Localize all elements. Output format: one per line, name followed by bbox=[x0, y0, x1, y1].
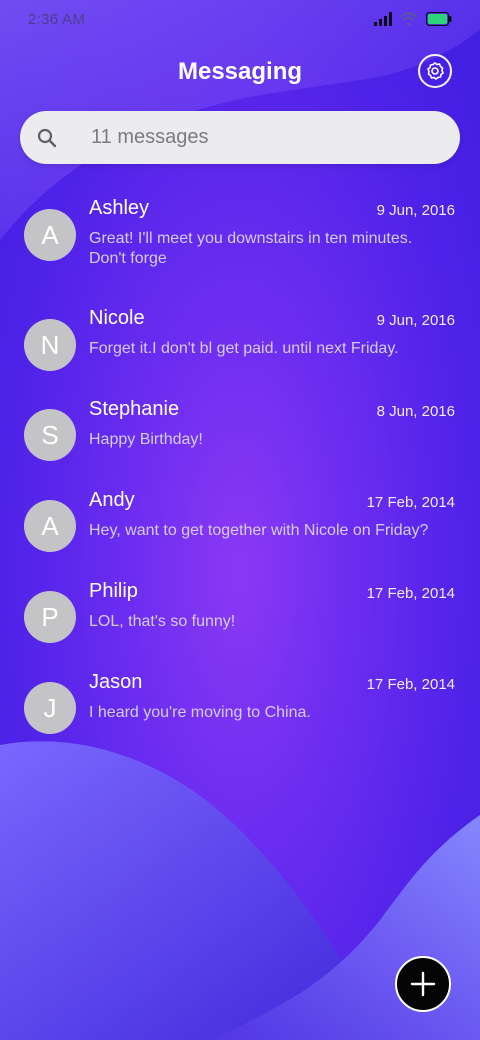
status-time: 2:36 AM bbox=[28, 11, 86, 28]
conversation-row[interactable]: S Stephanie 8 Jun, 2016 Happy Birthday! bbox=[0, 386, 480, 477]
avatar: J bbox=[24, 682, 76, 734]
conversation-row[interactable]: A Andy 17 Feb, 2014 Hey, want to get tog… bbox=[0, 477, 480, 568]
message-preview: Happy Birthday! bbox=[89, 431, 203, 448]
avatar: A bbox=[24, 209, 76, 261]
contact-name: Ashley bbox=[89, 197, 150, 219]
header: Messaging bbox=[0, 52, 480, 96]
contact-name: Andy bbox=[89, 489, 135, 511]
search-bar[interactable]: 11 messages bbox=[20, 111, 460, 164]
contact-name: Philip bbox=[89, 580, 138, 602]
conversation-row[interactable]: J Jason 17 Feb, 2014 I heard you're movi… bbox=[0, 659, 480, 750]
signal-icon bbox=[374, 12, 392, 26]
page-title: Messaging bbox=[177, 58, 303, 85]
contact-name: Stephanie bbox=[89, 398, 180, 420]
search-icon bbox=[37, 128, 57, 148]
gear-icon bbox=[427, 62, 444, 80]
avatar: N bbox=[24, 319, 76, 371]
message-date: 17 Feb, 2014 bbox=[366, 585, 455, 602]
avatar: P bbox=[24, 591, 76, 643]
message-preview: Hey, want to get together with Nicole on… bbox=[89, 522, 429, 539]
message-preview: I heard you're moving to China. bbox=[89, 704, 311, 721]
message-preview: Great! I'll meet you downstairs in ten m… bbox=[89, 230, 413, 267]
battery-icon bbox=[426, 12, 452, 26]
message-preview: LOL, that's so funny! bbox=[89, 613, 236, 630]
conversation-row[interactable]: P Philip 17 Feb, 2014 LOL, that's so fun… bbox=[0, 568, 480, 659]
message-date: 9 Jun, 2016 bbox=[376, 202, 455, 219]
message-date: 9 Jun, 2016 bbox=[376, 312, 455, 329]
status-icons bbox=[374, 12, 452, 26]
plus-icon bbox=[410, 971, 436, 997]
conversation-row[interactable]: N Nicole 9 Jun, 2016 Forget it.I don't b… bbox=[0, 295, 480, 386]
message-date: 17 Feb, 2014 bbox=[366, 494, 455, 511]
wifi-icon bbox=[400, 12, 418, 26]
conversation-list: A Ashley 9 Jun, 2016 Great! I'll meet yo… bbox=[0, 185, 480, 750]
status-bar: 2:36 AM bbox=[0, 0, 480, 44]
message-preview: Forget it.I don't bl get paid. until nex… bbox=[89, 340, 399, 357]
new-message-button[interactable] bbox=[395, 956, 451, 1012]
message-date: 8 Jun, 2016 bbox=[376, 403, 455, 420]
settings-button[interactable] bbox=[418, 54, 452, 88]
message-date: 17 Feb, 2014 bbox=[366, 676, 455, 693]
avatar: A bbox=[24, 500, 76, 552]
contact-name: Jason bbox=[89, 671, 143, 693]
contact-name: Nicole bbox=[89, 307, 145, 329]
avatar: S bbox=[24, 409, 76, 461]
conversation-row[interactable]: A Ashley 9 Jun, 2016 Great! I'll meet yo… bbox=[0, 185, 480, 295]
search-input[interactable]: 11 messages bbox=[91, 126, 208, 149]
